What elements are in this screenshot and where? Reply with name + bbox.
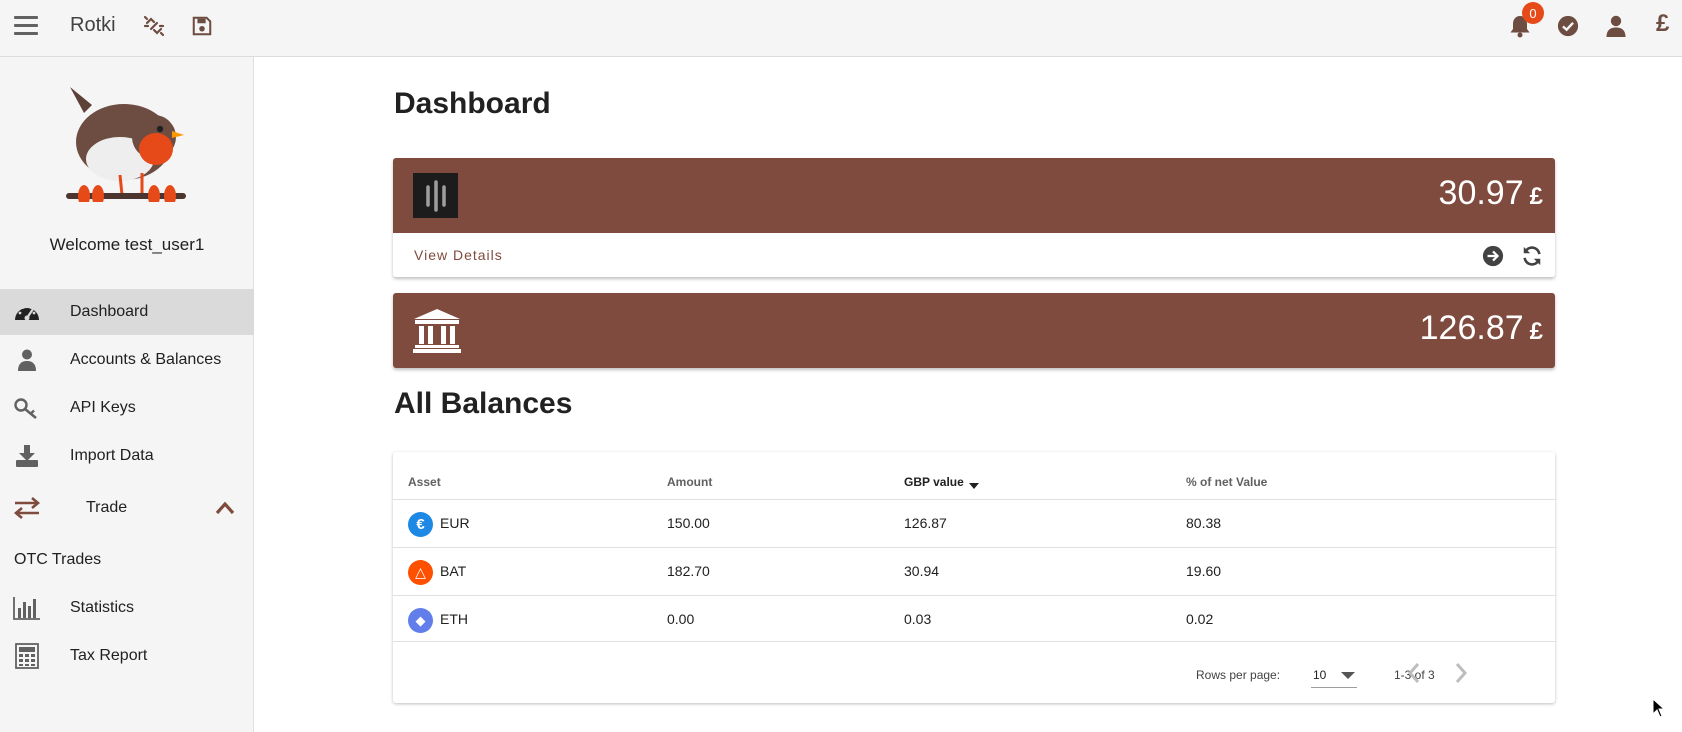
- percent-cell: 0.02: [1186, 611, 1214, 627]
- sidebar-item-accounts-balances[interactable]: Accounts & Balances: [0, 337, 254, 383]
- download-icon: [13, 442, 41, 470]
- column-header-asset[interactable]: Asset: [408, 475, 441, 489]
- previous-page-button[interactable]: [1402, 660, 1426, 686]
- all-balances-title: All Balances: [394, 387, 573, 420]
- sidebar-item-label: Accounts & Balances: [70, 351, 222, 368]
- sidebar-item-label: Dashboard: [70, 303, 149, 320]
- balance-amount: 126.87: [1419, 309, 1524, 347]
- percent-cell: 19.60: [1186, 563, 1222, 579]
- next-page-button[interactable]: [1449, 660, 1473, 686]
- dashboard-icon: [13, 298, 41, 326]
- check-circle-icon[interactable]: [1555, 13, 1581, 39]
- sidebar-item-api-keys[interactable]: API Keys: [0, 385, 254, 431]
- sidebar-item-label: API Keys: [70, 399, 136, 416]
- rows-per-page-select[interactable]: 10: [1311, 662, 1357, 688]
- view-details-link[interactable]: View Details: [414, 247, 503, 263]
- column-header-percent[interactable]: % of net Value: [1186, 475, 1267, 489]
- value-cell: 0.03: [904, 611, 932, 627]
- table-row[interactable]: ◆ ETH 0.00 0.03 0.02: [393, 595, 1555, 643]
- sidebar: Welcome test_user1 Dashboard Accounts & …: [0, 57, 254, 732]
- rows-per-page-value: 10: [1313, 668, 1327, 682]
- arrow-right-circle-icon[interactable]: [1481, 244, 1505, 268]
- calculator-icon: [13, 642, 41, 670]
- column-header-amount[interactable]: Amount: [667, 475, 712, 489]
- page-title: Dashboard: [394, 87, 551, 120]
- card-header: 30.97 £: [393, 158, 1555, 233]
- main-content: Dashboard 30.97£ View Details 126.87£: [254, 57, 1682, 732]
- sidebar-item-otc-trades[interactable]: OTC Trades: [0, 537, 254, 583]
- currency-symbol: £: [1529, 318, 1543, 345]
- sort-descending-icon: [969, 483, 980, 489]
- sidebar-item-label: OTC Trades: [14, 551, 102, 568]
- value-cell: 126.87: [904, 515, 947, 531]
- eth-icon: ◆: [408, 608, 433, 633]
- app-bar: Rotki 0 £: [0, 0, 1682, 57]
- sidebar-item-trade[interactable]: Trade: [0, 485, 254, 531]
- bat-icon: △: [408, 560, 433, 585]
- disconnected-icon[interactable]: [141, 13, 167, 39]
- sidebar-item-label: Trade: [86, 499, 128, 516]
- mouse-cursor-icon: [1652, 697, 1666, 718]
- percent-cell: 80.38: [1186, 515, 1222, 531]
- eur-icon: €: [408, 512, 433, 537]
- currency-selector[interactable]: £: [1656, 10, 1669, 38]
- sidebar-item-statistics[interactable]: Statistics: [0, 585, 254, 631]
- key-icon: [13, 394, 41, 422]
- menu-icon[interactable]: [14, 16, 38, 36]
- card-header: 126.87 £: [393, 293, 1555, 368]
- balances-table: Asset Amount GBP value % of net Value € …: [393, 452, 1555, 703]
- column-header-gbp-value[interactable]: GBP value: [904, 475, 980, 489]
- fiat-balance-card: 126.87 £: [393, 293, 1555, 368]
- exchange-balance-value: 30.97 £: [1439, 174, 1543, 213]
- sidebar-item-dashboard[interactable]: Dashboard: [0, 289, 254, 335]
- app-title: Rotki: [70, 14, 116, 36]
- exchange-balance-card: 30.97 £ View Details: [393, 158, 1555, 277]
- sidebar-item-import-data[interactable]: Import Data: [0, 433, 254, 479]
- currency-symbol: £: [1529, 183, 1543, 210]
- user-account-icon[interactable]: [1603, 13, 1629, 39]
- table-row[interactable]: △ BAT 182.70 30.94 19.60: [393, 547, 1555, 595]
- sidebar-item-label: Tax Report: [70, 647, 148, 664]
- sidebar-item-label: Import Data: [70, 447, 154, 464]
- sidebar-item-label: Statistics: [70, 599, 135, 616]
- welcome-message: Welcome test_user1: [49, 235, 205, 254]
- sidebar-item-tax-report[interactable]: Tax Report: [0, 633, 254, 679]
- amount-cell: 182.70: [667, 563, 710, 579]
- chevron-down-icon: [1341, 672, 1355, 679]
- asset-cell: ETH: [440, 611, 468, 627]
- bar-chart-icon: [13, 594, 41, 622]
- rotki-logo: [62, 77, 192, 207]
- refresh-icon[interactable]: [1520, 244, 1544, 268]
- exchange-icon: [13, 494, 41, 522]
- table-row[interactable]: € EUR 150.00 126.87 80.38: [393, 499, 1555, 547]
- amount-cell: 150.00: [667, 515, 710, 531]
- asset-cell: EUR: [440, 515, 470, 531]
- rows-per-page-label: Rows per page:: [1196, 668, 1281, 682]
- value-cell: 30.94: [904, 563, 940, 579]
- exchange-logo-icon: [413, 173, 458, 218]
- table-pagination: Rows per page: 10 1-3 of 3: [393, 641, 1555, 703]
- column-header-label: GBP value: [904, 475, 964, 489]
- notification-badge: 0: [1522, 2, 1544, 24]
- amount-cell: 0.00: [667, 611, 695, 627]
- chevron-up-icon[interactable]: [215, 498, 235, 518]
- save-icon[interactable]: [189, 13, 215, 39]
- card-footer: View Details: [393, 233, 1555, 277]
- user-icon: [13, 346, 41, 374]
- balance-amount: 30.97: [1438, 174, 1524, 212]
- asset-cell: BAT: [440, 563, 467, 579]
- bank-icon: [412, 307, 462, 355]
- fiat-balance-value: 126.87 £: [1420, 309, 1543, 348]
